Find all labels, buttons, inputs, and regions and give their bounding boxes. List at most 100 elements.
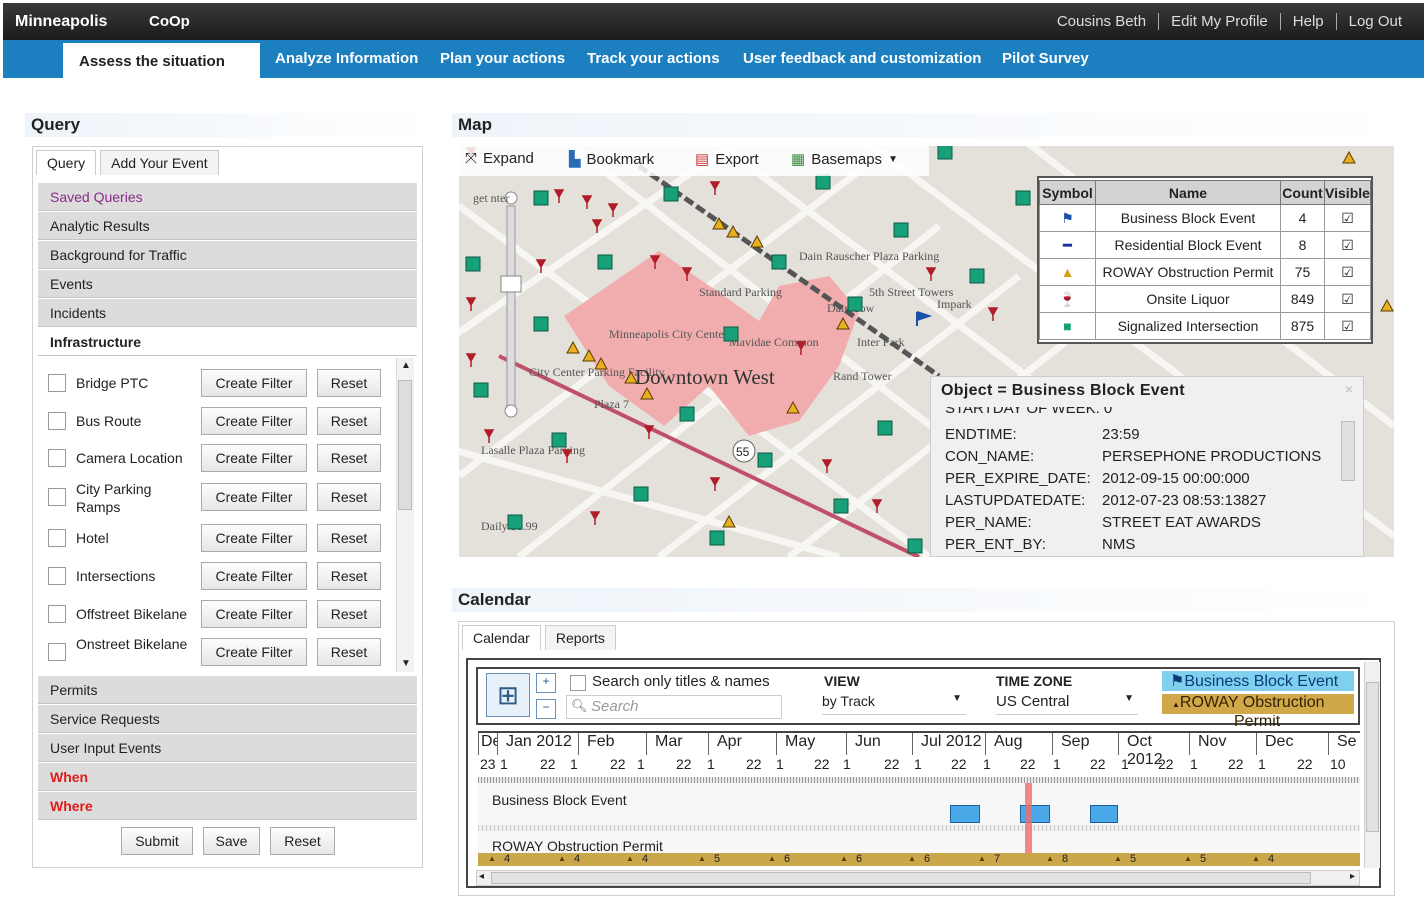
infra-checkbox[interactable] [48,643,66,661]
tab-plan[interactable]: Plan your actions [440,50,565,67]
help-link[interactable]: Help [1279,13,1336,30]
edit-profile-link[interactable]: Edit My Profile [1158,13,1280,30]
acc-saved-queries[interactable]: Saved Queries [38,183,417,211]
infra-checkbox[interactable] [48,605,66,623]
acc-events[interactable]: Events [38,270,417,298]
reset-filter-button[interactable]: Reset [317,483,381,511]
tab-track[interactable]: Track your actions [587,50,720,67]
export-button[interactable]: ▤ Export [695,150,759,169]
tab-pilot-survey[interactable]: Pilot Survey [1002,50,1089,67]
reset-filter-button[interactable]: Reset [317,444,381,472]
roway-count[interactable]: 5 [1130,853,1136,865]
visible-checkbox[interactable]: ☑ [1324,312,1371,340]
roway-count[interactable]: 4 [574,853,580,865]
reset-filter-button[interactable]: Reset [317,407,381,435]
legend-count: 849 [1280,285,1325,313]
expand-button[interactable]: ⤧ Expand [465,150,534,167]
acc-where[interactable]: Where [38,792,417,820]
save-button[interactable]: Save [203,827,260,855]
roway-count[interactable]: 6 [924,853,930,865]
scroll-right-icon[interactable]: ▸ [1350,871,1355,882]
acc-user-input-events[interactable]: User Input Events [38,734,417,762]
timezone-select[interactable]: US Central ▼ [996,693,1138,715]
event-bar[interactable] [1090,805,1118,823]
reset-all-button[interactable]: Reset [270,827,335,855]
tab-add-event[interactable]: Add Your Event [100,150,219,175]
tab-analyze[interactable]: Analyze Information [275,50,418,67]
search-icon: 🔍︎ [571,698,588,713]
visible-checkbox[interactable]: ☑ [1324,204,1371,232]
zoom-in-icon[interactable]: + [536,673,556,693]
scroll-left-icon[interactable]: ◂ [479,871,484,882]
roway-count[interactable]: 8 [1062,853,1068,865]
scroll-down-icon[interactable]: ▼ [401,658,411,669]
popup-scrollbar[interactable] [1341,421,1355,481]
scroll-up-icon[interactable]: ▲ [401,360,411,371]
acc-when[interactable]: When [38,763,417,791]
acc-incidents[interactable]: Incidents [38,299,417,327]
acc-infrastructure[interactable]: Infrastructure [38,328,417,356]
acc-permits[interactable]: Permits [38,676,417,704]
roway-count[interactable]: 4 [1268,853,1274,865]
infra-scrollbar[interactable]: ▲ ▼ [396,358,414,672]
calendar-hscrollbar[interactable]: ◂ ▸ [476,870,1360,886]
roway-count[interactable]: 6 [856,853,862,865]
close-icon[interactable]: × [1345,381,1353,397]
tab-assess[interactable]: Assess the situation [63,43,260,78]
tab-reports[interactable]: Reports [544,625,616,650]
legend-roway[interactable]: ▲ROWAY Obstruction [1162,694,1354,714]
search-titles-checkbox[interactable] [570,675,586,691]
tab-feedback[interactable]: User feedback and customization [743,50,981,67]
roway-count[interactable]: 4 [504,853,510,865]
user-name-link[interactable]: Cousins Beth [1045,13,1158,30]
reset-filter-button[interactable]: Reset [317,638,381,666]
event-bar[interactable] [950,805,980,823]
roway-count[interactable]: 4 [642,853,648,865]
legend-name: Onsite Liquor [1095,285,1281,313]
hscroll-thumb[interactable] [491,872,1311,884]
scroll-thumb[interactable] [398,380,412,510]
logout-link[interactable]: Log Out [1335,13,1414,30]
infra-checkbox[interactable] [48,567,66,585]
legend-business-block[interactable]: ⚑Business Block Event [1162,671,1354,691]
create-filter-button[interactable]: Create Filter [201,483,307,511]
roway-track-strip[interactable]: 4 ▲ 4 ▲ 4 ▲ 5 ▲ 6 ▲ 6 ▲ 6 ▲ 7 ▲ 8 ▲ 5 ▲ 5 ▲ 4 ▲ [478,853,1360,866]
reset-filter-button[interactable]: Reset [317,524,381,552]
visible-checkbox[interactable]: ☑ [1324,285,1371,313]
reset-filter-button[interactable]: Reset [317,369,381,397]
calendar-overview-icon[interactable]: ⊞ [486,673,530,717]
roway-count[interactable]: 7 [994,853,1000,865]
reset-filter-button[interactable]: Reset [317,600,381,628]
calendar-vscrollbar[interactable] [1364,662,1380,868]
infra-checkbox[interactable] [48,449,66,467]
create-filter-button[interactable]: Create Filter [201,369,307,397]
tab-calendar[interactable]: Calendar [462,625,541,650]
zoom-out-icon[interactable]: − [536,699,556,719]
create-filter-button[interactable]: Create Filter [201,600,307,628]
view-select[interactable]: by Track ▼ [822,693,966,715]
infra-checkbox[interactable] [48,412,66,430]
infra-checkbox[interactable] [48,374,66,392]
visible-checkbox[interactable]: ☑ [1324,258,1371,286]
tab-query[interactable]: Query [36,150,97,175]
acc-background-traffic[interactable]: Background for Traffic [38,241,417,269]
bookmark-button[interactable]: ▙ Bookmark [569,150,654,169]
acc-analytic-results[interactable]: Analytic Results [38,212,417,240]
infra-checkbox[interactable] [48,529,66,547]
create-filter-button[interactable]: Create Filter [201,444,307,472]
roway-count[interactable]: 5 [1200,853,1206,865]
roway-count[interactable]: 5 [714,853,720,865]
calendar-search-input[interactable]: 🔍︎ Search [566,695,782,719]
acc-service-requests[interactable]: Service Requests [38,705,417,733]
vscroll-thumb[interactable] [1366,682,1379,832]
submit-button[interactable]: Submit [121,827,193,855]
infra-checkbox[interactable] [48,488,66,506]
roway-count[interactable]: 6 [784,853,790,865]
create-filter-button[interactable]: Create Filter [201,562,307,590]
reset-filter-button[interactable]: Reset [317,562,381,590]
basemaps-button[interactable]: ▦ Basemaps ▼ [791,150,898,169]
create-filter-button[interactable]: Create Filter [201,407,307,435]
visible-checkbox[interactable]: ☑ [1324,231,1371,259]
create-filter-button[interactable]: Create Filter [201,638,307,666]
create-filter-button[interactable]: Create Filter [201,524,307,552]
